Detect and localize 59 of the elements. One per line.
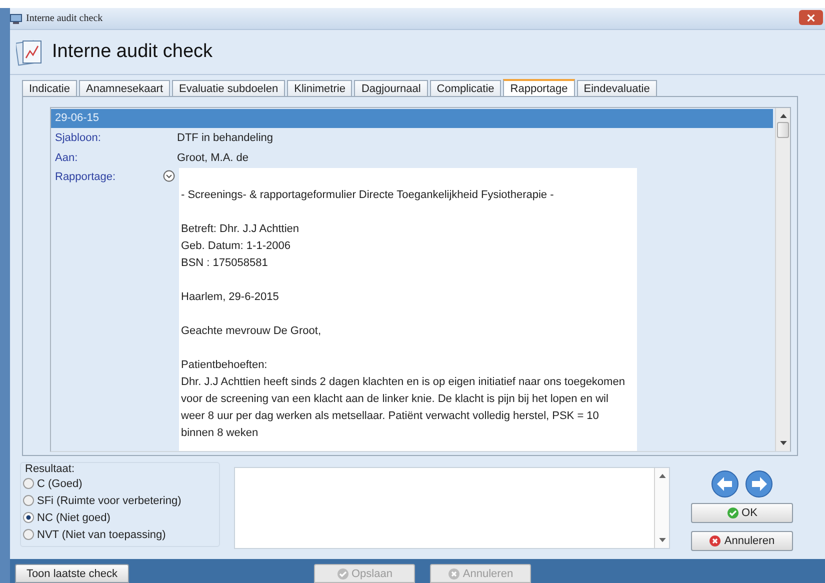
close-icon (807, 14, 815, 22)
cancel-icon (448, 568, 460, 580)
close-button[interactable] (799, 10, 823, 25)
scroll-up-icon[interactable] (780, 113, 786, 118)
group-label: Resultaat: (25, 463, 75, 475)
radio-option[interactable]: C (Goed) (21, 475, 219, 492)
text-line: weer 8 uur per dag werken als metsellaar. Patiënt verwacht volledig herstel, PSK = 10 (181, 409, 600, 424)
window-icon (10, 14, 22, 24)
tab[interactable]: Rapportage (503, 79, 575, 97)
option-label: SFi (Ruimte voor verbetering) (37, 494, 182, 506)
field-value: DTF in behandeling (177, 132, 274, 144)
tab[interactable]: Klinimetrie (287, 80, 352, 97)
text-line: - Screenings- & rapportageformulier Directe Toegankelijkheid Fysiotherapie - (181, 188, 555, 203)
page-heading: Interne audit check (52, 41, 213, 63)
window-title: Interne audit check (26, 13, 103, 24)
scrollbar[interactable] (654, 468, 669, 548)
radio-button[interactable] (23, 478, 34, 489)
tab[interactable]: Dagjournaal (354, 80, 428, 97)
text-line: Dhr. J.J Achttien heeft sinds 2 dagen klachten en is op eigen initiatief naar ons toegekomen (181, 375, 626, 390)
scroll-down-icon[interactable] (780, 441, 786, 446)
text-line: voor de screening van een klacht aan de linker knie. De klacht is pijn bij het lopen en wil (181, 392, 610, 407)
radio-option[interactable]: NC (Niet goed) (21, 509, 219, 526)
tab[interactable]: Indicatie (22, 80, 77, 97)
chart-document-icon (16, 38, 44, 66)
tab[interactable]: Anamnesekaart (78, 80, 170, 97)
scroll-thumb[interactable] (777, 122, 789, 138)
text-line: BSN : 175058581 (181, 256, 269, 271)
check-icon (336, 568, 348, 580)
radio-button[interactable] (23, 529, 34, 540)
scrollbar[interactable] (775, 108, 790, 451)
check-icon (726, 507, 739, 519)
scroll-down-icon[interactable] (658, 538, 666, 543)
radio-option[interactable]: NVT (Niet van toepassing) (21, 526, 219, 543)
text-line: Patientbehoeften: (181, 358, 268, 373)
expand-icon[interactable] (163, 170, 175, 182)
text-line: Geb. Datum: 1-1-2006 (181, 239, 292, 254)
tab[interactable]: Evaluatie subdoelen (172, 80, 286, 97)
field-value: Groot, M.A. de (177, 152, 249, 164)
cancel-icon (709, 535, 722, 547)
radio-button[interactable] (23, 512, 34, 523)
text-line: binnen 8 weken (181, 426, 260, 441)
text-line: Betreft: Dhr. J.J Achttien (181, 222, 300, 237)
field-label: Rapportage: (55, 171, 116, 183)
radio-button[interactable] (23, 495, 34, 506)
field-label: Aan: (54, 152, 79, 164)
ok-button[interactable]: OK (691, 503, 793, 523)
tab[interactable]: Complicatie (430, 80, 502, 97)
scroll-up-icon[interactable] (658, 473, 666, 478)
radio-option[interactable]: SFi (Ruimte voor verbetering) (21, 492, 219, 509)
option-label: NVT (Niet van toepassing) (37, 528, 166, 540)
comment-field[interactable] (234, 467, 670, 549)
show-last-check-button[interactable]: Toon laatste check (15, 564, 129, 583)
text-line: Haarlem, 29-6-2015 (181, 290, 280, 305)
option-label: C (Goed) (37, 478, 82, 490)
field-label: Sjabloon: (54, 132, 102, 144)
text-line: Geachte mevrouw De Groot, (181, 324, 322, 339)
tab[interactable]: Eindevaluatie (576, 80, 657, 97)
option-label: NC (Niet goed) (37, 512, 110, 524)
cancel-button[interactable]: Annuleren (691, 531, 793, 551)
